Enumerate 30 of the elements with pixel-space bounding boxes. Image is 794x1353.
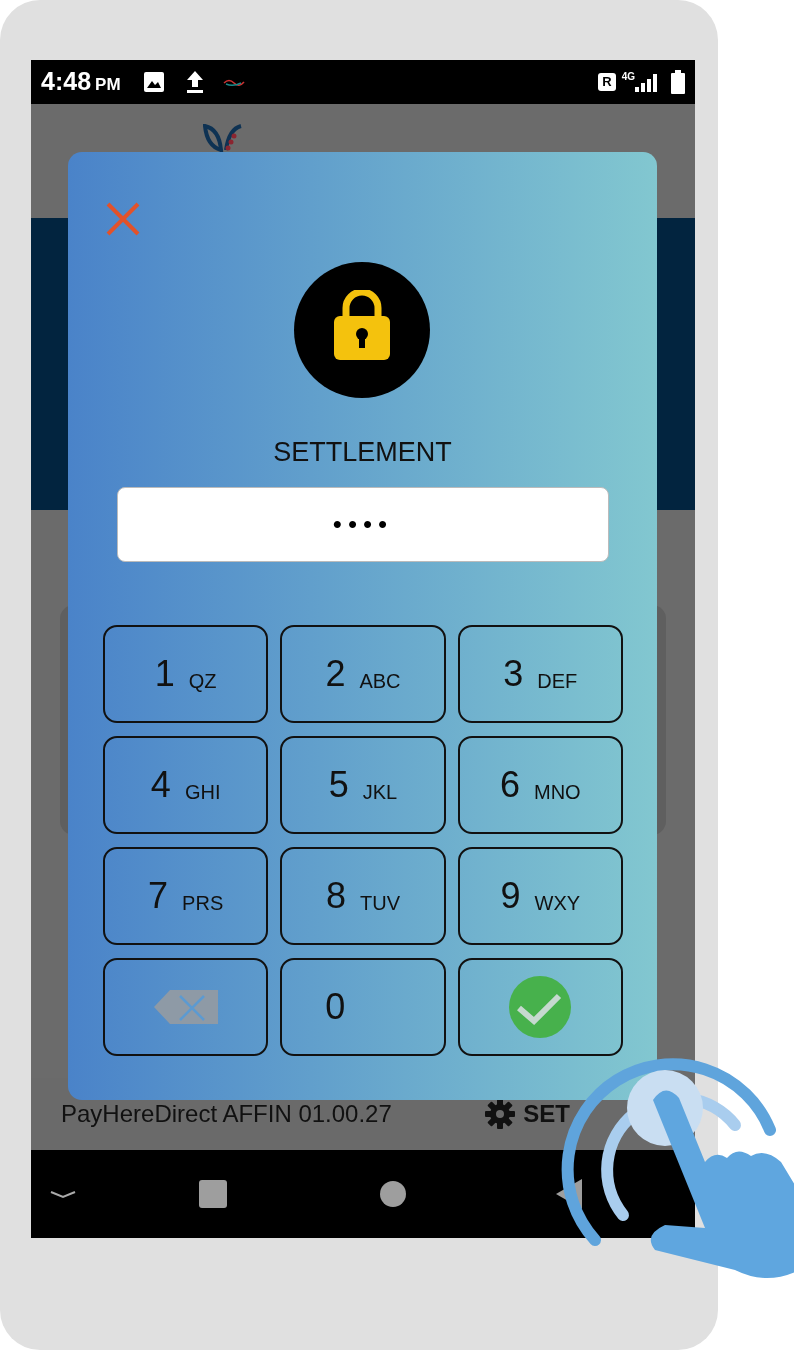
chevron-down-icon[interactable]: [49, 1189, 77, 1199]
padlock-icon: [332, 290, 392, 362]
digit-key[interactable]: 5 JKL: [280, 736, 446, 834]
digit-key[interactable]: 4 GHI: [103, 736, 269, 834]
digit-key[interactable]: 1 QZ: [103, 625, 269, 723]
backspace-icon: [153, 990, 218, 1024]
digit-key[interactable]: 2 ABC: [280, 625, 446, 723]
backspace-key[interactable]: [103, 958, 269, 1056]
digit-key[interactable]: 9 WXY: [457, 847, 623, 945]
upload-icon: [184, 70, 205, 94]
digit-key[interactable]: 7 PRS: [103, 847, 269, 945]
home-circle-icon[interactable]: [380, 1181, 406, 1207]
digit-key[interactable]: 8 TUV: [280, 847, 446, 945]
check-icon: [509, 976, 572, 1038]
digit-key[interactable]: 0: [280, 958, 446, 1056]
gear-icon[interactable]: [485, 1099, 516, 1129]
version-label: PayHereDirect AFFIN 01.00.27: [61, 1099, 392, 1129]
digit-key[interactable]: 6 MNO: [457, 736, 623, 834]
confirm-key[interactable]: [457, 958, 623, 1056]
image-icon: [142, 71, 165, 93]
network-type: 4G: [621, 70, 635, 84]
clock-time: 4:48: [41, 66, 92, 98]
battery-icon: [671, 70, 685, 94]
signal-icon: [635, 72, 657, 92]
digit-key[interactable]: 3 DEF: [457, 625, 623, 723]
pin-field[interactable]: ••••: [117, 487, 609, 562]
bank-logo-icon: [203, 124, 243, 152]
clock-ampm: PM: [95, 74, 121, 97]
roaming-indicator: R: [598, 73, 616, 91]
dialog-title: SETTLEMENT: [272, 436, 453, 469]
